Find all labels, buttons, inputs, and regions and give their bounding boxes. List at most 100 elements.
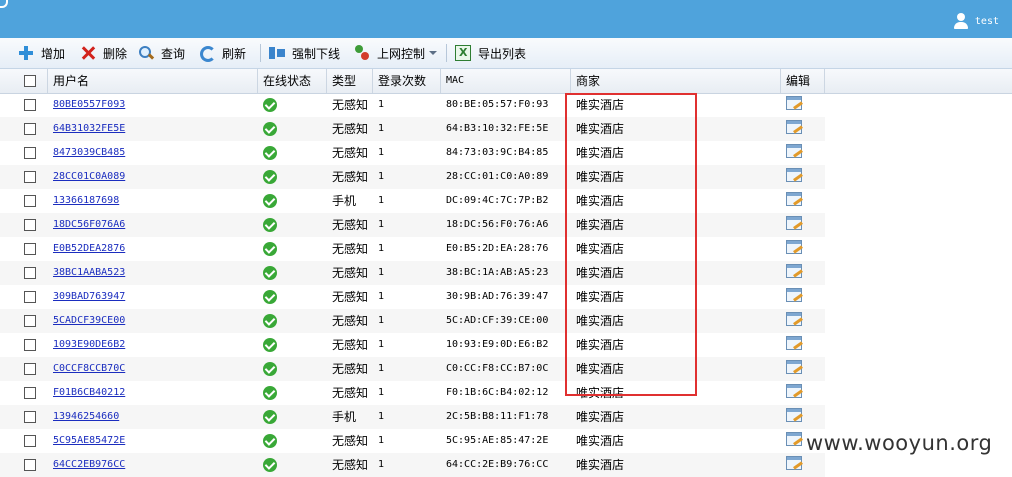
login-count-cell: 1 xyxy=(378,411,385,422)
username-link[interactable]: 18DC56F076A6 xyxy=(48,213,258,237)
table-row[interactable]: 64CC2EB976CC 无感知 1 64:CC:2E:B9:76:CC 唯实酒店 xyxy=(0,453,825,477)
edit-icon[interactable] xyxy=(786,120,802,134)
edit-icon[interactable] xyxy=(786,96,802,110)
column-header-username[interactable]: 用户名 xyxy=(48,69,258,93)
online-check-icon xyxy=(263,290,277,304)
row-checkbox[interactable] xyxy=(24,171,36,183)
login-count-cell: 1 xyxy=(378,267,385,278)
edit-icon[interactable] xyxy=(786,384,802,398)
table-row[interactable]: C0CCF8CCB70C 无感知 1 C0:CC:F8:CC:B7:0C 唯实酒店 xyxy=(0,357,825,381)
login-count-cell: 1 xyxy=(378,339,385,350)
column-header-login-count[interactable]: 登录次数 xyxy=(373,69,441,93)
username-link[interactable]: F01B6CB40212 xyxy=(48,381,258,405)
row-checkbox[interactable] xyxy=(24,339,36,351)
delete-button[interactable]: 删除 xyxy=(80,44,127,62)
table-row[interactable]: 13946254660 手机 1 2C:5B:B8:11:F1:78 唯实酒店 xyxy=(0,405,825,429)
column-header-edit: 编辑 xyxy=(781,69,825,93)
merchant-cell: 唯实酒店 xyxy=(576,362,625,376)
edit-icon[interactable] xyxy=(786,408,802,422)
table-row[interactable]: 18DC56F076A6 无感知 1 18:DC:56:F0:76:A6 唯实酒店 xyxy=(0,213,825,237)
row-checkbox[interactable] xyxy=(24,195,36,207)
username-link[interactable]: 5CADCF39CE00 xyxy=(48,309,258,333)
row-checkbox[interactable] xyxy=(24,219,36,231)
edit-icon[interactable] xyxy=(786,192,802,206)
table-row[interactable]: 80BE0557F093 无感知 1 80:BE:05:57:F0:93 唯实酒店 xyxy=(0,93,825,117)
username-link[interactable]: 80BE0557F093 xyxy=(48,93,258,117)
table-row[interactable]: 8473039CB485 无感知 1 84:73:03:9C:B4:85 唯实酒店 xyxy=(0,141,825,165)
user-menu[interactable]: test xyxy=(953,12,999,30)
net-control-button[interactable]: 上网控制 xyxy=(354,44,438,62)
table-row[interactable]: 5CADCF39CE00 无感知 1 5C:AD:CF:39:CE:00 唯实酒店 xyxy=(0,309,825,333)
username-link[interactable]: 38BC1AABA523 xyxy=(48,261,258,285)
edit-icon[interactable] xyxy=(786,432,802,446)
row-checkbox[interactable] xyxy=(24,267,36,279)
username-link[interactable]: 8473039CB485 xyxy=(48,141,258,165)
username-link[interactable]: C0CCF8CCB70C xyxy=(48,357,258,381)
mac-cell: 38:BC:1A:AB:A5:23 xyxy=(446,267,549,278)
username-link[interactable]: 5C95AE85472E xyxy=(48,429,258,453)
merchant-cell: 唯实酒店 xyxy=(576,242,625,256)
row-checkbox[interactable] xyxy=(24,411,36,423)
table-header: 用户名 在线状态 类型 登录次数 MAC 商家 编辑 xyxy=(0,69,1012,94)
search-button[interactable]: 查询 xyxy=(138,44,185,62)
column-header-merchant[interactable]: 商家 xyxy=(571,69,781,93)
add-button[interactable]: 增加 xyxy=(18,44,65,62)
export-list-button[interactable]: 导出列表 xyxy=(455,44,526,62)
row-checkbox[interactable] xyxy=(24,243,36,255)
plus-icon xyxy=(18,45,34,61)
edit-icon[interactable] xyxy=(786,240,802,254)
select-all-checkbox[interactable] xyxy=(24,75,36,87)
online-check-icon xyxy=(263,218,277,232)
edit-icon[interactable] xyxy=(786,360,802,374)
refresh-label: 刷新 xyxy=(222,46,247,61)
login-count-cell: 1 xyxy=(378,195,385,206)
edit-icon[interactable] xyxy=(786,336,802,350)
edit-icon[interactable] xyxy=(786,288,802,302)
row-checkbox[interactable] xyxy=(24,387,36,399)
add-label: 增加 xyxy=(41,46,66,61)
row-checkbox[interactable] xyxy=(24,147,36,159)
force-offline-button[interactable]: 强制下线 xyxy=(269,44,340,62)
column-header-mac[interactable]: MAC xyxy=(441,69,571,93)
refresh-button[interactable]: 刷新 xyxy=(199,44,246,62)
table-row[interactable]: 5C95AE85472E 无感知 1 5C:95:AE:85:47:2E 唯实酒店 xyxy=(0,429,825,453)
edit-icon[interactable] xyxy=(786,144,802,158)
table-row[interactable]: 28CC01C0A089 无感知 1 28:CC:01:C0:A0:89 唯实酒店 xyxy=(0,165,825,189)
username-link[interactable]: 64B31032FE5E xyxy=(48,117,258,141)
edit-icon[interactable] xyxy=(786,168,802,182)
username-link[interactable]: 64CC2EB976CC xyxy=(48,453,258,477)
login-count-cell: 1 xyxy=(378,99,385,110)
edit-icon[interactable] xyxy=(786,312,802,326)
table-row[interactable]: 309BAD763947 无感知 1 30:9B:AD:76:39:47 唯实酒店 xyxy=(0,285,825,309)
table-row[interactable]: 38BC1AABA523 无感知 1 38:BC:1A:AB:A5:23 唯实酒店 xyxy=(0,261,825,285)
mac-cell: 5C:AD:CF:39:CE:00 xyxy=(446,315,549,326)
row-checkbox[interactable] xyxy=(24,291,36,303)
username-link[interactable]: 13946254660 xyxy=(48,405,258,429)
row-checkbox[interactable] xyxy=(24,435,36,447)
online-check-icon xyxy=(263,314,277,328)
username-link[interactable]: 13366187698 xyxy=(48,189,258,213)
row-checkbox[interactable] xyxy=(24,459,36,471)
row-checkbox[interactable] xyxy=(24,363,36,375)
type-cell: 无感知 xyxy=(332,338,369,352)
column-header-type[interactable]: 类型 xyxy=(327,69,373,93)
row-checkbox[interactable] xyxy=(24,315,36,327)
merchant-cell: 唯实酒店 xyxy=(576,122,625,136)
row-checkbox[interactable] xyxy=(24,123,36,135)
online-check-icon xyxy=(263,386,277,400)
table-row[interactable]: 64B31032FE5E 无感知 1 64:B3:10:32:FE:5E 唯实酒店 xyxy=(0,117,825,141)
type-cell: 无感知 xyxy=(332,434,369,448)
username-link[interactable]: E0B52DEA2876 xyxy=(48,237,258,261)
edit-icon[interactable] xyxy=(786,456,802,470)
table-row[interactable]: 1093E90DE6B2 无感知 1 10:93:E9:0D:E6:B2 唯实酒店 xyxy=(0,333,825,357)
table-row[interactable]: E0B52DEA2876 无感知 1 E0:B5:2D:EA:28:76 唯实酒店 xyxy=(0,237,825,261)
row-checkbox[interactable] xyxy=(24,99,36,111)
table-row[interactable]: F01B6CB40212 无感知 1 F0:1B:6C:B4:02:12 唯实酒店 xyxy=(0,381,825,405)
username-link[interactable]: 309BAD763947 xyxy=(48,285,258,309)
column-header-online-status[interactable]: 在线状态 xyxy=(258,69,327,93)
table-row[interactable]: 13366187698 手机 1 DC:09:4C:7C:7P:B2 唯实酒店 xyxy=(0,189,825,213)
edit-icon[interactable] xyxy=(786,216,802,230)
username-link[interactable]: 28CC01C0A089 xyxy=(48,165,258,189)
username-link[interactable]: 1093E90DE6B2 xyxy=(48,333,258,357)
edit-icon[interactable] xyxy=(786,264,802,278)
